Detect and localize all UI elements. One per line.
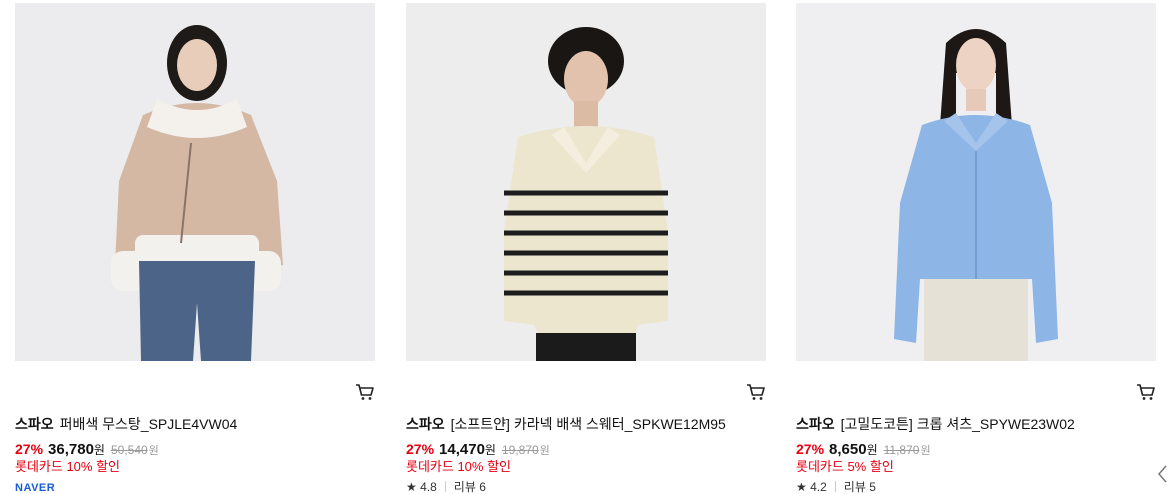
product-title[interactable]: 스파오 [고밀도코튼] 크롭 셔츠_SPYWE23W02 bbox=[796, 415, 1075, 433]
product-name: 퍼배색 무스탕_SPJLE4VW04 bbox=[59, 416, 238, 432]
brand-name: 스파오 bbox=[406, 416, 445, 432]
rating-score: 4.2 bbox=[810, 480, 827, 494]
card-discount: 롯데카드 5% 할인 bbox=[796, 459, 894, 474]
brand-name: 스파오 bbox=[796, 416, 835, 432]
product-name: [고밀도코튼] 크롭 셔츠_SPYWE23W02 bbox=[840, 416, 1075, 432]
naver-badge: NAVER bbox=[15, 482, 56, 494]
price-unit: 원 bbox=[866, 443, 878, 457]
product-card[interactable]: 스파오 [소프트얀] 카라넥 배색 스웨터_SPKWE12M95 27% 14,47… bbox=[406, 0, 768, 494]
discount-rate: 27% bbox=[796, 441, 825, 457]
sale-price: 36,780 bbox=[48, 441, 94, 458]
price-line: 27% 8,650원 11,870원 bbox=[796, 440, 931, 460]
price-unit: 원 bbox=[93, 443, 105, 457]
cart-icon[interactable] bbox=[746, 383, 766, 401]
product-title[interactable]: 스파오 퍼배색 무스탕_SPJLE4VW04 bbox=[15, 415, 237, 433]
discount-rate: 27% bbox=[15, 441, 44, 457]
divider bbox=[444, 481, 446, 492]
original-price-unit: 원 bbox=[148, 445, 159, 457]
price-line: 27% 36,780원 50,540원 bbox=[15, 440, 159, 460]
sale-price: 14,470 bbox=[439, 441, 485, 458]
rating-row: ★ 4.8 리뷰 6 bbox=[406, 480, 486, 494]
card-discount: 롯데카드 10% 할인 bbox=[15, 459, 121, 474]
original-price: 50,540 bbox=[110, 443, 148, 457]
brand-name: 스파오 bbox=[15, 416, 54, 432]
discount-rate: 27% bbox=[406, 441, 435, 457]
original-price-unit: 원 bbox=[539, 445, 550, 457]
card-discount: 롯데카드 10% 할인 bbox=[406, 459, 512, 474]
price-unit: 원 bbox=[484, 443, 496, 457]
rating-score: 4.8 bbox=[420, 480, 437, 494]
rating-row: ★ 4.2 리뷰 5 bbox=[796, 480, 876, 494]
cart-icon[interactable] bbox=[355, 383, 375, 401]
review-count[interactable]: 리뷰 5 bbox=[844, 480, 876, 494]
original-price: 19,870 bbox=[501, 443, 539, 457]
product-name: [소프트얀] 카라넥 배색 스웨터_SPKWE12M95 bbox=[450, 416, 726, 432]
product-card[interactable]: 스파오 [고밀도코튼] 크롭 셔츠_SPYWE23W02 27% 8,650원 11,… bbox=[796, 0, 1158, 494]
divider bbox=[834, 481, 836, 492]
original-price: 11,870 bbox=[883, 443, 920, 457]
price-line: 27% 14,470원 19,870원 bbox=[406, 440, 550, 460]
cart-icon[interactable] bbox=[1136, 383, 1156, 401]
product-image[interactable] bbox=[15, 3, 375, 361]
review-count[interactable]: 리뷰 6 bbox=[454, 480, 486, 494]
product-title[interactable]: 스파오 [소프트얀] 카라넥 배색 스웨터_SPKWE12M95 bbox=[406, 415, 726, 433]
product-image[interactable] bbox=[796, 3, 1156, 361]
original-price-unit: 원 bbox=[920, 445, 931, 457]
product-image[interactable] bbox=[406, 3, 766, 361]
star-icon: ★ bbox=[796, 480, 807, 494]
sale-price: 8,650 bbox=[829, 441, 867, 458]
scroll-arrow-icon[interactable] bbox=[1156, 462, 1168, 486]
product-card[interactable]: 스파오 퍼배색 무스탕_SPJLE4VW04 27% 36,780원 50,540원 … bbox=[15, 0, 377, 494]
star-icon: ★ bbox=[406, 480, 417, 494]
